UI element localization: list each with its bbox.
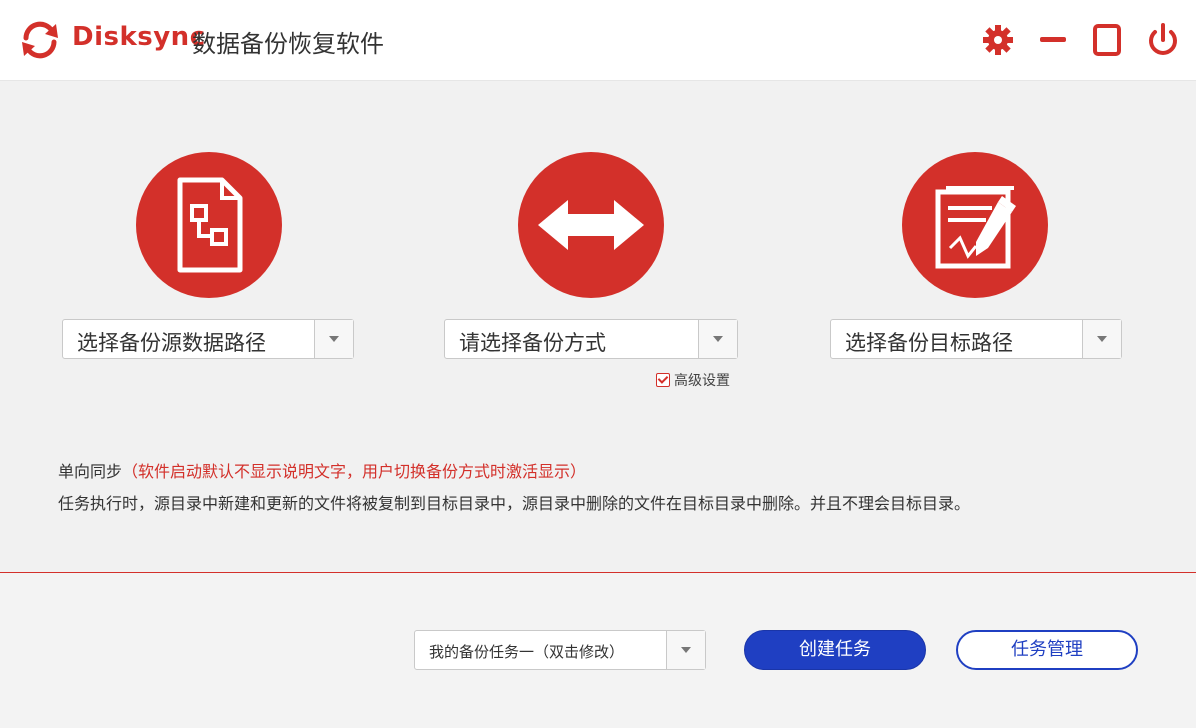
advanced-settings[interactable]: 高级设置 (656, 370, 730, 390)
power-icon[interactable] (1143, 20, 1183, 60)
chevron-down-icon[interactable] (666, 631, 705, 669)
gear-icon[interactable] (978, 20, 1018, 60)
target-path-label: 选择备份目标路径 (845, 331, 1013, 355)
source-path-select[interactable]: 选择备份源数据路径 (62, 319, 354, 359)
backup-mode-select[interactable]: 请选择备份方式 (444, 319, 738, 359)
edit-document-icon[interactable] (902, 152, 1048, 298)
minimize-icon[interactable] (1034, 20, 1074, 60)
chevron-down-icon[interactable] (314, 320, 353, 358)
source-file-icon[interactable] (136, 152, 282, 298)
maximize-icon[interactable] (1088, 20, 1128, 60)
title-bar: Disksync 数据备份恢复软件 (0, 0, 1196, 81)
app-subtitle: 数据备份恢复软件 (192, 30, 384, 58)
chevron-down-icon[interactable] (698, 320, 737, 358)
task-name-label[interactable]: 我的备份任务一（双击修改） (429, 641, 624, 662)
advanced-settings-label: 高级设置 (674, 373, 730, 389)
create-task-button[interactable]: 创建任务 (744, 630, 926, 670)
refresh-logo-icon (18, 18, 62, 62)
mode-description: 单向同步（软件启动默认不显示说明文字，用户切换备份方式时激活显示） 任务执行时，… (58, 456, 970, 520)
advanced-settings-checkbox[interactable] (656, 373, 670, 387)
source-path-label: 选择备份源数据路径 (77, 331, 266, 355)
mode-note: （软件启动默认不显示说明文字，用户切换备份方式时激活显示） (122, 462, 587, 481)
mode-description-text: 任务执行时，源目录中新建和更新的文件将被复制到目标目录中，源目录中删除的文件在目… (58, 494, 971, 513)
task-name-select[interactable]: 我的备份任务一（双击修改） (414, 630, 706, 670)
app-brand: Disksync (72, 22, 206, 52)
manage-tasks-button[interactable]: 任务管理 (956, 630, 1138, 670)
chevron-down-icon[interactable] (1082, 320, 1121, 358)
mode-name: 单向同步 (58, 462, 123, 481)
double-arrow-icon[interactable] (518, 152, 664, 298)
target-path-select[interactable]: 选择备份目标路径 (830, 319, 1122, 359)
backup-mode-label: 请选择备份方式 (459, 331, 606, 355)
